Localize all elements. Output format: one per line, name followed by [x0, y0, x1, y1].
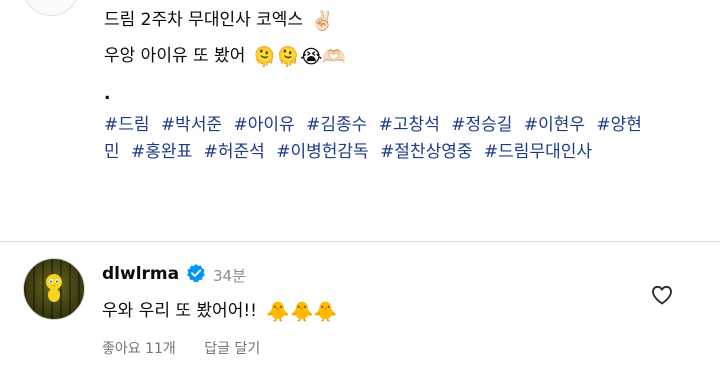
reply-link[interactable]: 답글 달기: [204, 341, 260, 357]
comment-actions: 좋아요 11개 답글 달기: [102, 338, 260, 358]
hashtag[interactable]: #홍완표: [131, 142, 192, 162]
post-author-avatar[interactable]: [22, 0, 80, 16]
hashtag[interactable]: #절찬상영중: [380, 142, 472, 162]
hashtag-list: #드림 #박서준 #아이유 #김종수 #고창석 #정승길 #이현우 #양현민 #…: [104, 112, 654, 166]
hashtag[interactable]: #드림: [104, 115, 150, 135]
chick-emojis: 🐥🐥🐥: [266, 301, 338, 323]
hashtag[interactable]: #아이유: [234, 115, 295, 135]
comment-username[interactable]: dlwlrma: [102, 264, 179, 284]
comment-timestamp: 34분: [213, 267, 246, 285]
hashtag[interactable]: #드림무대인사: [484, 142, 592, 162]
hashtag[interactable]: #박서준: [161, 115, 222, 135]
caption-line-2: 우앙 아이유 또 봤어 🫠🫠😭🫶🏻: [104, 46, 346, 68]
caption-line-1: 드림 2주차 무대인사 코엑스 ✌🏻: [104, 10, 335, 32]
comment-body: 우와 우리 또 봤어어!! 🐥🐥🐥: [102, 301, 338, 323]
hashtag[interactable]: #고창석: [379, 115, 440, 135]
commenter-avatar[interactable]: [23, 258, 85, 320]
tweety-bird-icon: [46, 274, 62, 302]
reaction-emojis: 🫠🫠😭🫶🏻: [252, 46, 346, 68]
hashtag[interactable]: #정승길: [451, 115, 512, 135]
likes-count-link[interactable]: 좋아요 11개: [102, 341, 176, 357]
section-divider: [0, 241, 720, 242]
hashtag[interactable]: #이현우: [524, 115, 585, 135]
hashtag[interactable]: #허준석: [204, 142, 265, 162]
hashtag[interactable]: #김종수: [306, 115, 367, 135]
verified-badge-icon: [187, 264, 205, 283]
victory-hand-emoji: ✌🏻: [310, 10, 335, 32]
caption-line-3: .: [104, 84, 111, 104]
like-heart-icon[interactable]: [650, 283, 674, 307]
hashtag[interactable]: #이병헌감독: [276, 142, 368, 162]
